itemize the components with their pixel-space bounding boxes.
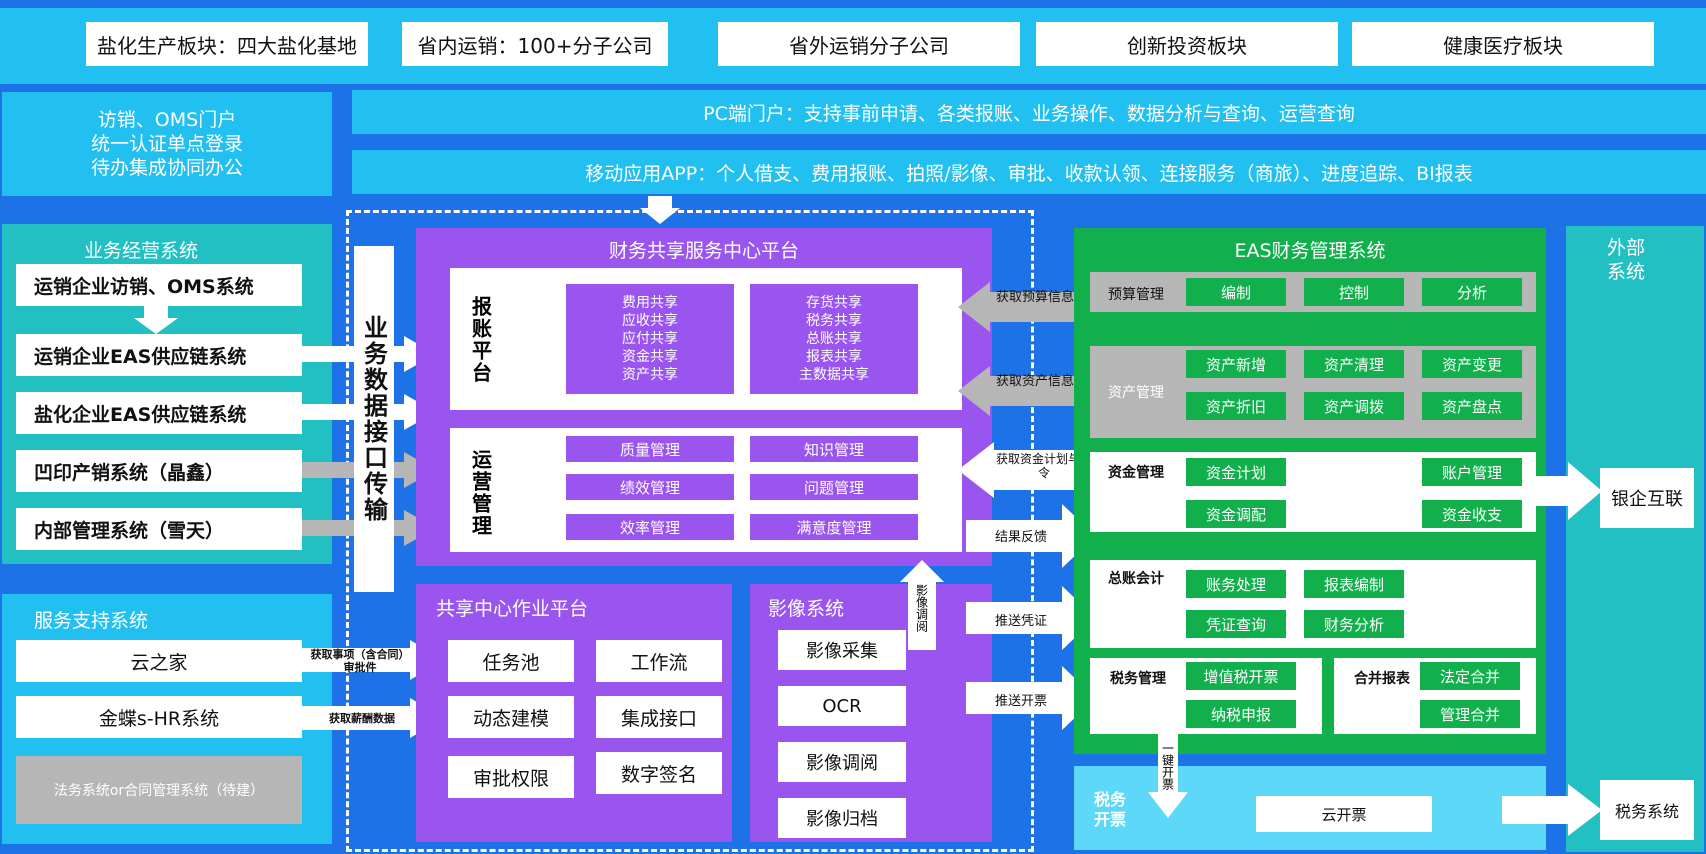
one-click-label: 一键开票	[1160, 742, 1175, 790]
external-tax: 税务系统	[1600, 780, 1694, 840]
fund-item-account: 账户管理	[1422, 458, 1522, 486]
biz-item-gravure: 凹印产销系统（晶鑫）	[16, 450, 302, 492]
reimburse-col-2: 存货共享 税务共享 总账共享 报表共享 主数据共享	[750, 284, 918, 394]
image-arrow-label: 影像调阅	[914, 584, 929, 632]
fund-item-plan: 资金计划	[1186, 458, 1286, 486]
ops-item-satisfaction: 满意度管理	[750, 514, 918, 540]
ops-item-issue: 问题管理	[750, 474, 918, 500]
work-item-modeling: 动态建模	[448, 696, 574, 738]
biz-item-eas-sales: 运销企业EAS供应链系统	[16, 334, 302, 376]
asset-item-clear: 资产清理	[1304, 350, 1404, 378]
image-item-view: 影像调阅	[778, 742, 906, 782]
ops-item-performance: 绩效管理	[566, 474, 734, 500]
right-arrow-icon	[1502, 784, 1602, 836]
segment-healthcare: 健康医疗板块	[1352, 22, 1654, 66]
down-arrow-icon	[134, 306, 178, 334]
budget-item-analysis: 分析	[1422, 278, 1522, 306]
pc-portal: PC端门户：支持事前申请、各类报账、业务操作、数据分析与查询、运营查询	[352, 90, 1706, 134]
budget-item-compile: 编制	[1186, 278, 1286, 306]
image-item-ocr: OCR	[778, 686, 906, 726]
ledger-item-report: 报表编制	[1304, 570, 1404, 598]
budget-label: 预算管理	[1108, 287, 1164, 303]
tax-item-declare: 纳税申报	[1186, 700, 1296, 728]
flow-label-approval: 获取事项（含合同）审批件	[310, 648, 410, 674]
segment-innovation: 创新投资板块	[1036, 22, 1338, 66]
flow-label-asset: 获取资产信息	[995, 374, 1074, 389]
budget-item-control: 控制	[1304, 278, 1404, 306]
tax-label: 税务管理	[1110, 671, 1166, 687]
interface-bar: 业务数据接口传输	[354, 246, 394, 592]
flow-label-invoice: 推送开票	[994, 694, 1047, 709]
tax-item-vat: 增值税开票	[1186, 662, 1296, 690]
asset-item-inventory: 资产盘点	[1422, 392, 1522, 420]
service-item-legal: 法务系统or合同管理系统（待建）	[16, 756, 302, 824]
asset-item-transfer: 资产调拨	[1304, 392, 1404, 420]
ledger-item-voucher: 凭证查询	[1186, 610, 1286, 638]
fssc-title: 财务共享服务中心平台	[608, 240, 799, 262]
image-item-archive: 影像归档	[778, 798, 906, 838]
asset-item-depreciation: 资产折旧	[1186, 392, 1286, 420]
right-arrow-icon	[1530, 462, 1602, 520]
asset-item-change: 资产变更	[1422, 350, 1522, 378]
flow-label-budget: 获取预算信息	[995, 290, 1074, 305]
work-item-integration: 集成接口	[596, 696, 722, 738]
service-item-yunzhijia: 云之家	[16, 640, 302, 682]
fund-label: 资金管理	[1108, 465, 1164, 481]
portal-left-line-3: 待办集成协同办公	[90, 157, 243, 179]
tax-invoice-label: 税务开票	[1094, 790, 1127, 829]
ledger-item-process: 账务处理	[1186, 570, 1286, 598]
segment-salt-production: 盐化生产板块：四大盐化基地	[86, 22, 368, 66]
flow-label-feedback: 结果反馈	[994, 530, 1047, 545]
ledger-label: 总账会计	[1108, 571, 1164, 587]
work-item-signature: 数字签名	[596, 752, 722, 794]
service-item-shr: 金蝶s-HR系统	[16, 696, 302, 738]
portal-left-box: 访销、OMS门户 统一认证单点登录 待办集成协同办公	[2, 92, 332, 196]
portal-left-line-1: 访销、OMS门户	[97, 109, 237, 131]
image-system-title: 影像系统	[768, 598, 845, 620]
segment-out-province: 省外运销分子公司	[718, 22, 1020, 66]
segment-in-province: 省内运销：100+分子公司	[402, 22, 668, 66]
work-item-approval: 审批权限	[448, 756, 574, 798]
service-systems-title: 服务支持系统	[34, 610, 149, 632]
fund-item-allocate: 资金调配	[1186, 500, 1286, 528]
ledger-item-analysis: 财务分析	[1304, 610, 1404, 638]
flow-label-salary: 获取薪酬数据	[329, 712, 395, 725]
ops-label: 运营管理	[468, 449, 493, 537]
ops-item-efficiency: 效率管理	[566, 514, 734, 540]
asset-item-add: 资产新增	[1186, 350, 1286, 378]
mobile-app: 移动应用APP：个人借支、费用报账、拍照/影像、审批、收款认领、连接服务（商旅）…	[352, 150, 1706, 194]
biz-item-oms: 运销企业访销、OMS系统	[16, 264, 302, 306]
ops-item-quality: 质量管理	[566, 436, 734, 462]
consolidation-item-legal: 法定合并	[1420, 662, 1520, 690]
biz-systems-title: 业务经营系统	[84, 240, 199, 262]
portal-left-line-2: 统一认证单点登录	[90, 133, 243, 155]
work-platform-title: 共享中心作业平台	[436, 598, 589, 620]
ops-item-knowledge: 知识管理	[750, 436, 918, 462]
work-item-workflow: 工作流	[596, 640, 722, 682]
image-item-capture: 影像采集	[778, 630, 906, 670]
external-panel	[1566, 226, 1704, 852]
interface-label: 业务数据接口传输	[359, 315, 388, 523]
reimburse-col-1: 费用共享 应收共享 应付共享 资金共享 资产共享	[566, 284, 734, 394]
external-title: 外部系统	[1606, 237, 1645, 283]
consolidation-label: 合并报表	[1354, 671, 1410, 687]
consolidation-item-mgmt: 管理合并	[1420, 700, 1520, 728]
cloud-invoice: 云开票	[1256, 796, 1432, 832]
flow-label-voucher: 推送凭证	[994, 614, 1047, 629]
biz-item-internal: 内部管理系统（雪天）	[16, 508, 302, 550]
fund-item-receipt: 资金收支	[1422, 500, 1522, 528]
reimburse-label: 报账平台	[468, 296, 493, 384]
work-item-task-pool: 任务池	[448, 640, 574, 682]
biz-item-eas-salt: 盐化企业EAS供应链系统	[16, 392, 302, 434]
eas-title: EAS财务管理系统	[1234, 240, 1386, 262]
external-bank: 银企互联	[1600, 468, 1694, 528]
asset-label: 资产管理	[1108, 385, 1164, 401]
